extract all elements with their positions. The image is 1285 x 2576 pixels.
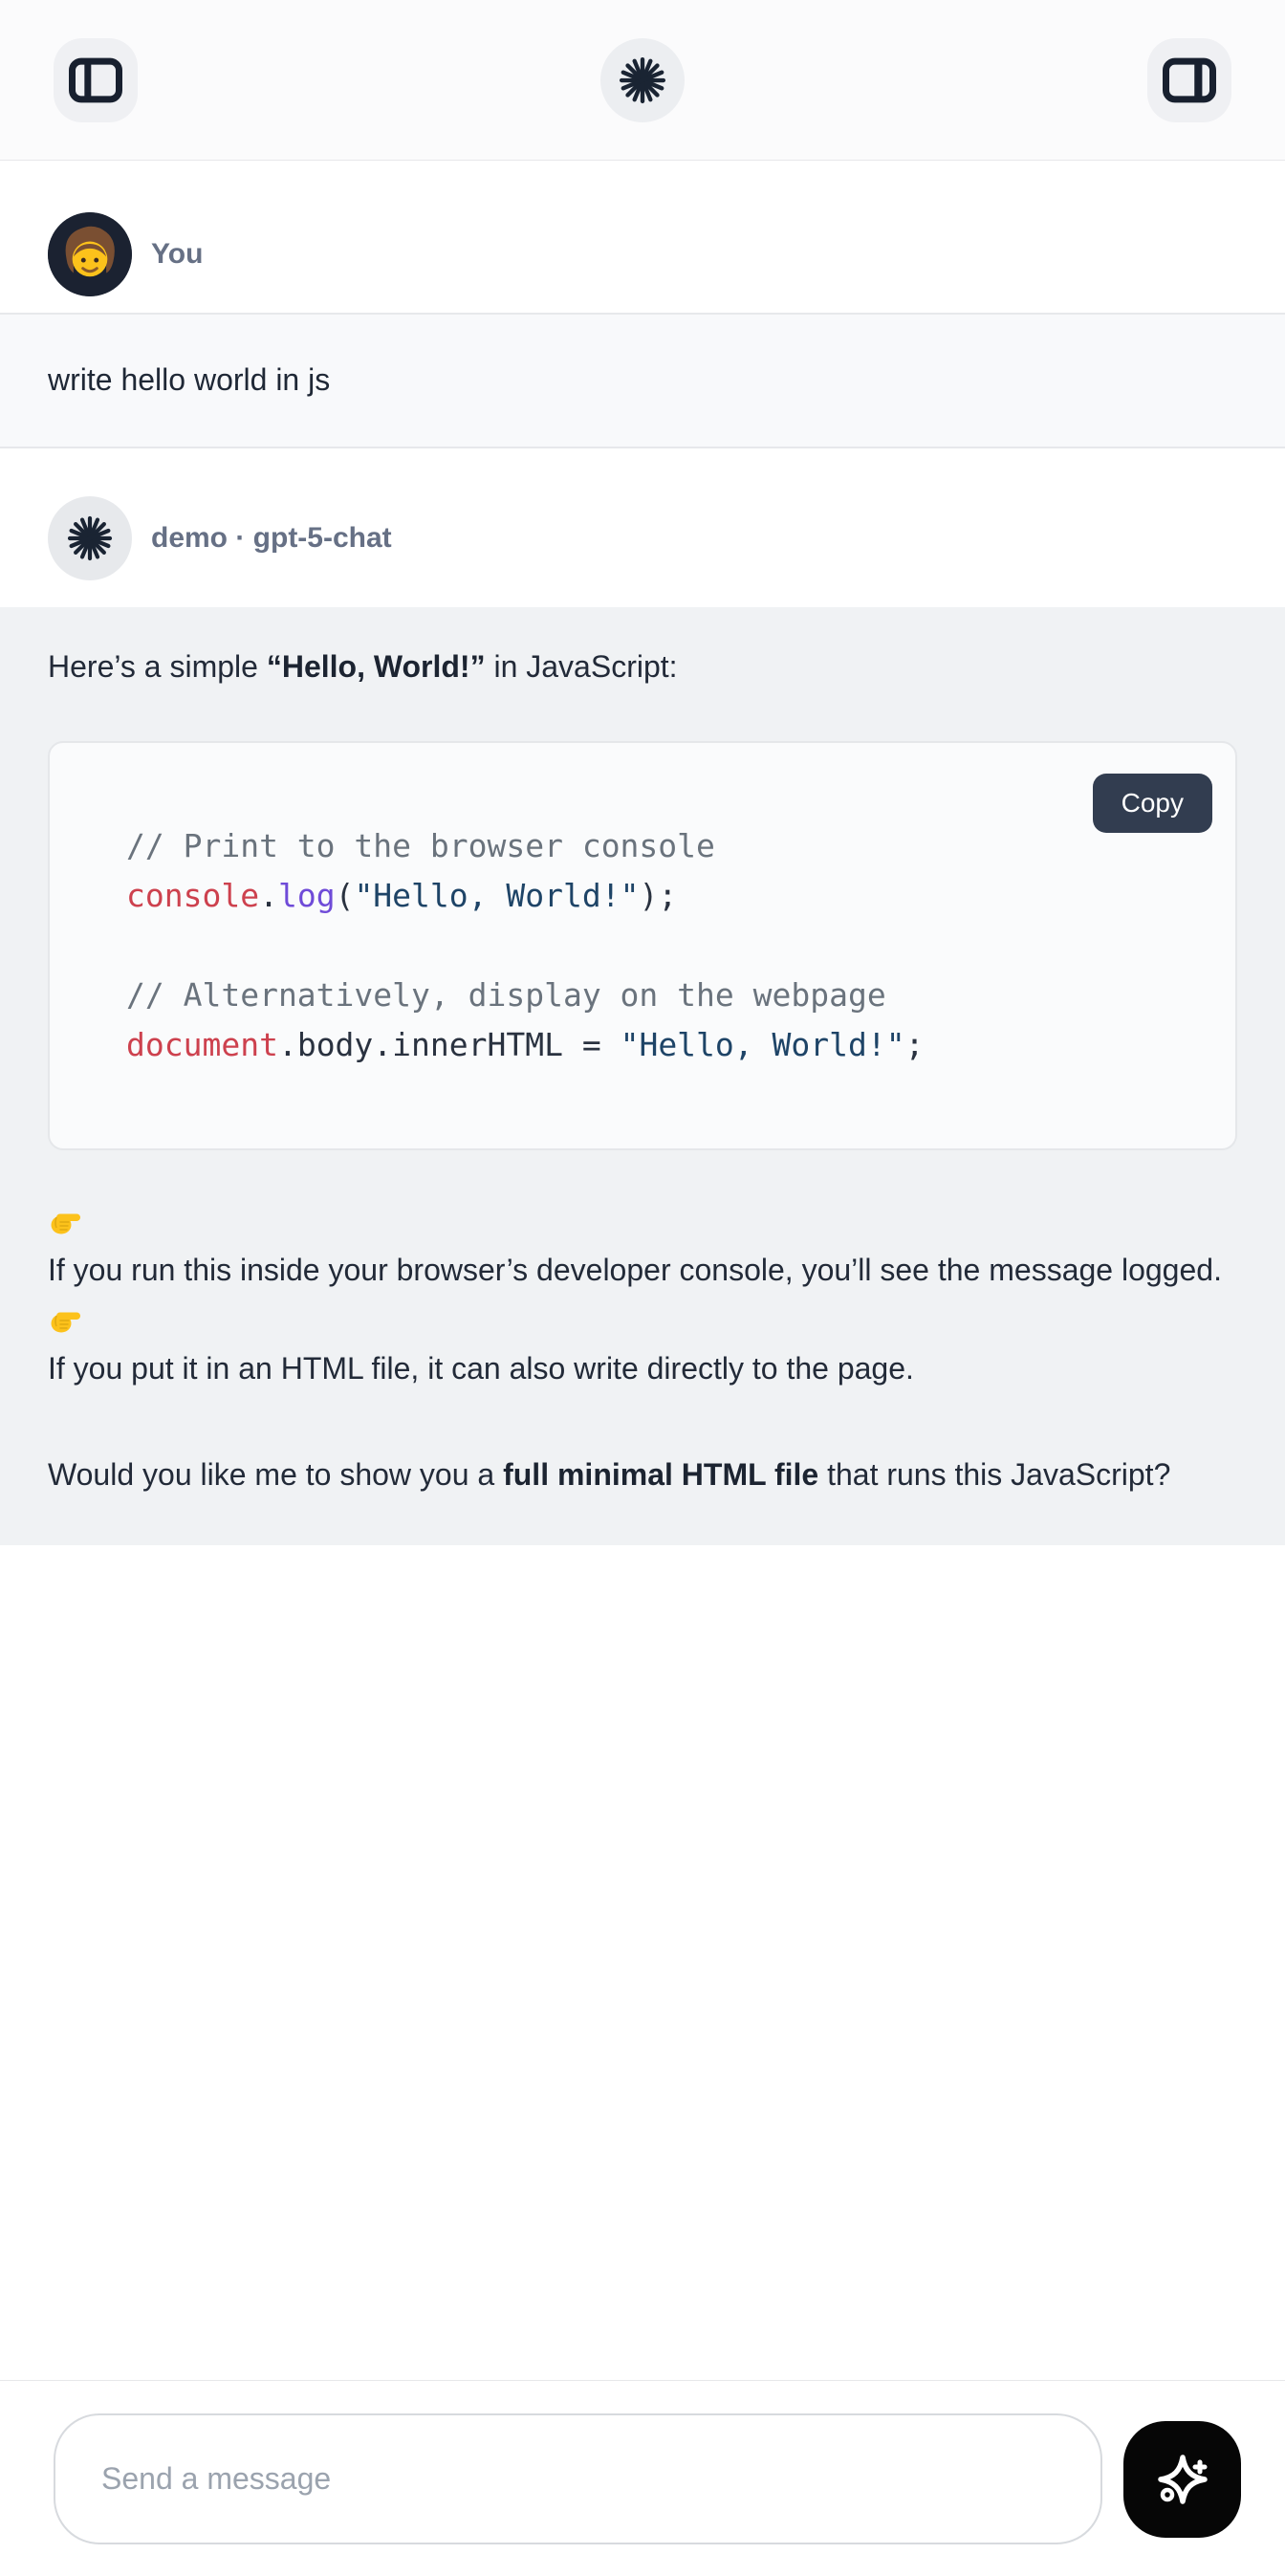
- person-emoji-icon: [48, 212, 132, 296]
- code-line: document.body.innerHTML = "Hello, World!…: [126, 1020, 1178, 1070]
- assistant-avatar: [48, 496, 132, 580]
- tip-paragraph: If you put it in an HTML file, it can al…: [48, 1302, 1237, 1401]
- model-logo-button[interactable]: [600, 38, 685, 122]
- intro-suffix: in JavaScript:: [486, 649, 678, 684]
- pointing-right-hand-icon: [48, 1302, 82, 1337]
- closing-paragraph: Would you like me to show you a full min…: [48, 1443, 1237, 1507]
- tip-paragraph: If you run this inside your browser’s de…: [48, 1204, 1237, 1302]
- copy-button[interactable]: Copy: [1093, 774, 1212, 833]
- tip-text: If you run this inside your browser’s de…: [48, 1253, 1222, 1287]
- panel-left-icon: [69, 54, 122, 107]
- assistant-sender-row: demo · gpt-5-chat: [0, 448, 1285, 607]
- assistant-message: Here’s a simple “Hello, World!” in JavaS…: [0, 607, 1285, 1545]
- user-avatar: [48, 212, 132, 296]
- code-line: [126, 921, 1178, 971]
- user-message-bubble: write hello world in js: [0, 313, 1285, 448]
- composer-bar: [0, 2380, 1285, 2576]
- tips-paragraphs: If you run this inside your browser’s de…: [48, 1204, 1237, 1401]
- code-line: // Print to the browser console: [126, 821, 1178, 871]
- intro-prefix: Here’s a simple: [48, 649, 267, 684]
- panel-right-icon: [1163, 54, 1216, 107]
- closing-prefix: Would you like me to show you a: [48, 1457, 503, 1492]
- starburst-icon: [67, 515, 113, 561]
- tip-text: If you put it in an HTML file, it can al…: [48, 1351, 914, 1386]
- message-input-container[interactable]: [54, 2413, 1102, 2544]
- message-input[interactable]: [101, 2461, 1055, 2497]
- user-message-text: write hello world in js: [48, 362, 330, 397]
- code-block: Copy // Print to the browser consolecons…: [48, 741, 1237, 1150]
- user-sender-label: You: [151, 238, 203, 271]
- closing-bold: full minimal HTML file: [503, 1457, 818, 1492]
- send-button[interactable]: [1123, 2421, 1241, 2538]
- code-line: console.log("Hello, World!");: [126, 871, 1178, 921]
- code-content: // Print to the browser consoleconsole.l…: [126, 821, 1178, 1070]
- toggle-left-sidebar-button[interactable]: [54, 38, 138, 122]
- intro-bold: “Hello, World!”: [267, 649, 486, 684]
- starburst-icon: [619, 56, 666, 104]
- user-sender-row: You: [0, 161, 1285, 313]
- empty-scroll-area: [0, 1545, 1285, 2380]
- assistant-model-label: demo · gpt-5-chat: [151, 522, 392, 555]
- toggle-right-sidebar-button[interactable]: [1147, 38, 1231, 122]
- topbar: [0, 0, 1285, 161]
- sparkle-icon: [1152, 2449, 1213, 2510]
- pointing-right-hand-icon: [48, 1204, 82, 1238]
- closing-suffix: that runs this JavaScript?: [818, 1457, 1170, 1492]
- intro-paragraph: Here’s a simple “Hello, World!” in JavaS…: [48, 645, 1237, 688]
- code-line: // Alternatively, display on the webpage: [126, 971, 1178, 1020]
